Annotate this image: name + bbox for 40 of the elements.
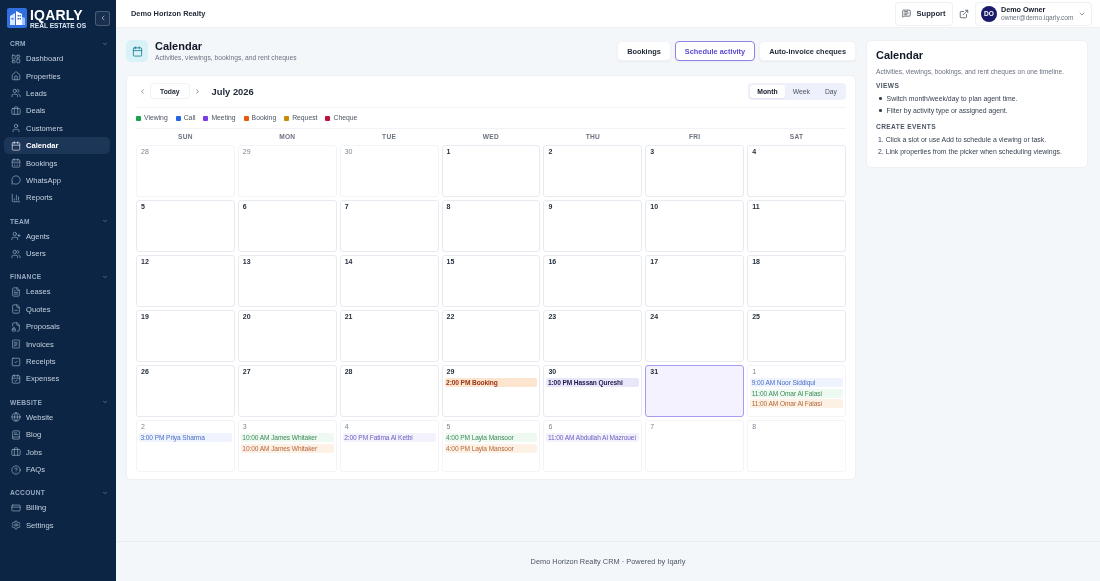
briefcase-icon <box>11 105 21 116</box>
credit-card-icon <box>11 502 21 513</box>
logo-icon <box>7 8 27 28</box>
calendar-icon <box>126 40 148 62</box>
collapse-sidebar-button[interactable] <box>95 10 110 26</box>
bullet-icon <box>879 96 882 100</box>
chevron-down-icon <box>102 218 108 224</box>
document-icon <box>11 304 21 315</box>
chevron-down-icon <box>102 399 108 406</box>
chevron-right-icon <box>194 87 201 95</box>
users-icon <box>11 248 21 259</box>
chevron-down-icon <box>102 40 108 47</box>
receipt-icon <box>11 339 21 350</box>
external-link-icon <box>959 8 969 19</box>
grid-icon <box>11 53 21 64</box>
book-icon <box>11 429 21 440</box>
calendar-check-icon <box>11 373 21 384</box>
help-title: Calendar <box>876 49 925 62</box>
user-plus-icon <box>11 231 21 242</box>
month-title: July 2026 <box>211 85 254 97</box>
house-icon <box>11 71 21 82</box>
calendar-icon <box>11 140 21 151</box>
document-icon <box>11 287 21 297</box>
bar-chart-icon <box>11 192 21 203</box>
calendar-icon <box>11 158 21 169</box>
user-icon <box>11 123 21 134</box>
globe-icon <box>11 412 21 423</box>
chevron-left-icon <box>138 87 146 95</box>
chevron-down-icon <box>102 489 108 496</box>
page-title: Calendar <box>155 40 204 52</box>
chevron-down-icon <box>102 273 108 280</box>
settings-icon <box>11 520 21 531</box>
document-lock-icon <box>11 321 21 332</box>
briefcase-icon <box>11 447 21 458</box>
chat-bubble-icon <box>11 175 21 186</box>
bullet-icon <box>879 109 882 113</box>
help-icon <box>11 464 21 475</box>
checkbox-icon <box>11 356 21 367</box>
users-icon <box>11 88 21 99</box>
logo-wordmark: IQARLY <box>30 7 83 22</box>
